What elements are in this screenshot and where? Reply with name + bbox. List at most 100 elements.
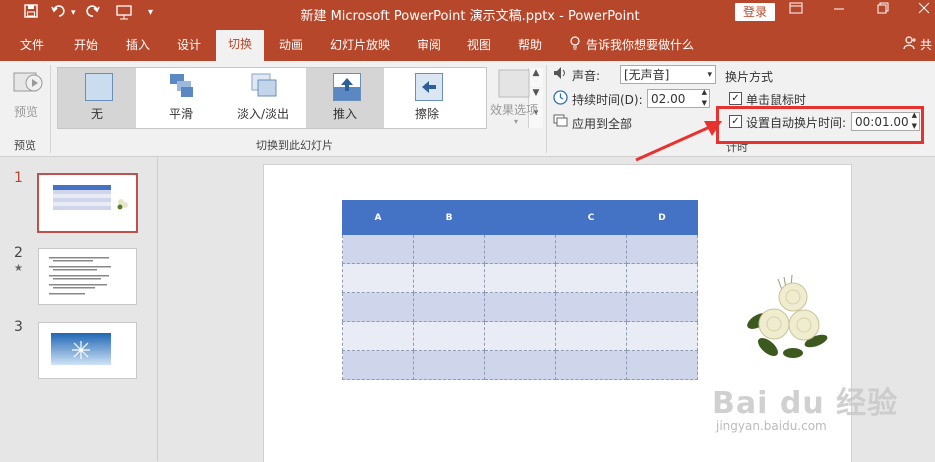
transition-wipe-label: 擦除	[414, 107, 439, 121]
tell-me-search[interactable]: 告诉我你想要做什么	[586, 36, 694, 53]
slide-number: 2	[14, 245, 23, 261]
table-cell[interactable]	[626, 321, 698, 351]
transition-push[interactable]: 推入	[306, 68, 384, 128]
table-cell[interactable]	[555, 263, 627, 293]
tab-file[interactable]: 文件	[20, 36, 44, 53]
tab-help[interactable]: 帮助	[518, 36, 542, 53]
login-button[interactable]: 登录	[735, 3, 775, 21]
slide-thumbnail-2[interactable]	[38, 248, 137, 305]
tab-transitions[interactable]: 切换	[216, 30, 264, 61]
transition-morph-icon	[169, 73, 195, 99]
clock-icon	[553, 90, 568, 108]
sound-label: 声音:	[572, 69, 601, 83]
ribbon-tabs: 文件 开始 插入 设计 切换 动画 幻灯片放映 审阅 视图 帮助 告诉我你想要做…	[0, 27, 935, 61]
transition-push-label: 推入	[332, 107, 357, 121]
table-cell[interactable]	[484, 292, 556, 322]
table-cell[interactable]	[342, 292, 414, 322]
present-icon[interactable]	[115, 4, 133, 24]
tab-review[interactable]: 审阅	[417, 36, 441, 53]
share-icon[interactable]	[903, 36, 917, 53]
duration-input[interactable]: 02.00 ▲ ▼	[647, 87, 710, 109]
transition-wipe[interactable]: 擦除	[388, 68, 466, 128]
slide-thumbnail-1[interactable]	[37, 173, 138, 233]
close-icon[interactable]	[913, 2, 935, 18]
save-icon[interactable]	[24, 4, 38, 22]
share-label[interactable]: 共	[920, 36, 932, 53]
apply-all-button[interactable]: 应用到全部	[572, 115, 632, 132]
duration-spinner[interactable]: ▲ ▼	[702, 87, 707, 109]
table-cell[interactable]	[484, 350, 556, 380]
table-row	[342, 234, 698, 264]
slide-thumbnail-pane: 1 2 ★ 3	[0, 157, 158, 461]
effect-options-label: 效果选项	[490, 103, 539, 117]
table-cell[interactable]	[484, 263, 556, 293]
table-cell[interactable]	[555, 321, 627, 351]
table-cell[interactable]	[413, 234, 485, 264]
transition-push-icon	[333, 73, 361, 101]
table-cell[interactable]	[484, 234, 556, 264]
table-row	[342, 263, 698, 293]
table-cell[interactable]	[626, 292, 698, 322]
transition-none-label: 无	[90, 107, 103, 121]
table-row	[342, 321, 698, 351]
table-cell[interactable]	[342, 350, 414, 380]
duration-label: 持续时间(D):	[572, 93, 643, 107]
tab-view[interactable]: 视图	[467, 36, 491, 53]
tab-animations[interactable]: 动画	[279, 36, 303, 53]
table-header-cell[interactable]: A	[342, 200, 414, 235]
tab-slideshow[interactable]: 幻灯片放映	[330, 36, 390, 53]
table-cell[interactable]	[626, 234, 698, 264]
transition-morph-label: 平滑	[168, 107, 193, 121]
transition-fade-icon	[251, 73, 277, 99]
table-cell[interactable]	[342, 263, 414, 293]
table-header-cell[interactable]: C	[555, 200, 627, 235]
slide-thumbnail-3[interactable]	[38, 322, 137, 379]
table-cell[interactable]	[342, 234, 414, 264]
title-bar: ▾ ▾ 新建 Microsoft PowerPoint 演示文稿.pptx - …	[0, 0, 935, 27]
slide-table[interactable]: A B C D	[342, 200, 698, 380]
table-cell[interactable]	[555, 292, 627, 322]
transition-wipe-icon	[415, 73, 443, 101]
table-cell[interactable]	[555, 234, 627, 264]
table-header-cell[interactable]	[484, 200, 556, 235]
table-cell[interactable]	[413, 321, 485, 351]
table-cell[interactable]	[626, 350, 698, 380]
slide-1-preview	[53, 185, 128, 210]
table-header-cell[interactable]: B	[413, 200, 485, 235]
table-cell[interactable]	[626, 263, 698, 293]
window-title: 新建 Microsoft PowerPoint 演示文稿.pptx - Powe…	[300, 9, 640, 24]
tab-home[interactable]: 开始	[74, 36, 98, 53]
transition-fade[interactable]: 淡入/淡出	[224, 68, 302, 128]
baidu-watermark: Bai du 经验	[712, 386, 899, 421]
table-cell[interactable]	[413, 263, 485, 293]
table-header-cell[interactable]: D	[626, 200, 698, 235]
table-cell[interactable]	[555, 350, 627, 380]
slide-3-preview	[51, 333, 111, 365]
group-divider	[50, 65, 51, 153]
preview-button[interactable]: 预览	[10, 67, 46, 123]
tab-insert[interactable]: 插入	[126, 36, 150, 53]
ribbon-display-icon[interactable]	[785, 2, 807, 18]
roses-image[interactable]	[738, 269, 838, 365]
tab-design[interactable]: 设计	[177, 36, 201, 53]
minimize-icon[interactable]	[828, 2, 850, 18]
customize-toolbar-icon[interactable]: ▾	[148, 7, 153, 18]
annotation-arrow	[635, 121, 722, 162]
table-cell[interactable]	[342, 321, 414, 351]
highlight-box	[716, 106, 924, 144]
transition-morph[interactable]: 平滑	[142, 68, 220, 128]
lightbulb-icon	[569, 36, 581, 53]
table-cell[interactable]	[484, 321, 556, 351]
table-cell[interactable]	[413, 350, 485, 380]
group-divider	[546, 65, 547, 153]
table-cell[interactable]	[413, 292, 485, 322]
transition-none[interactable]: 无	[58, 68, 136, 128]
on-click-checkbox[interactable]: ✓	[729, 92, 742, 105]
undo-dropdown-icon[interactable]: ▾	[71, 8, 76, 18]
effect-options-button[interactable]: 效果选项 ▾	[490, 67, 544, 129]
sound-select[interactable]: [无声音] ▾	[620, 65, 716, 84]
restore-icon[interactable]	[872, 2, 894, 18]
redo-icon[interactable]	[86, 4, 100, 22]
transition-gallery: 无 平滑 淡入/淡出 推入 擦除 ▲ ▼ ▾	[57, 67, 543, 129]
undo-icon[interactable]	[51, 4, 67, 22]
